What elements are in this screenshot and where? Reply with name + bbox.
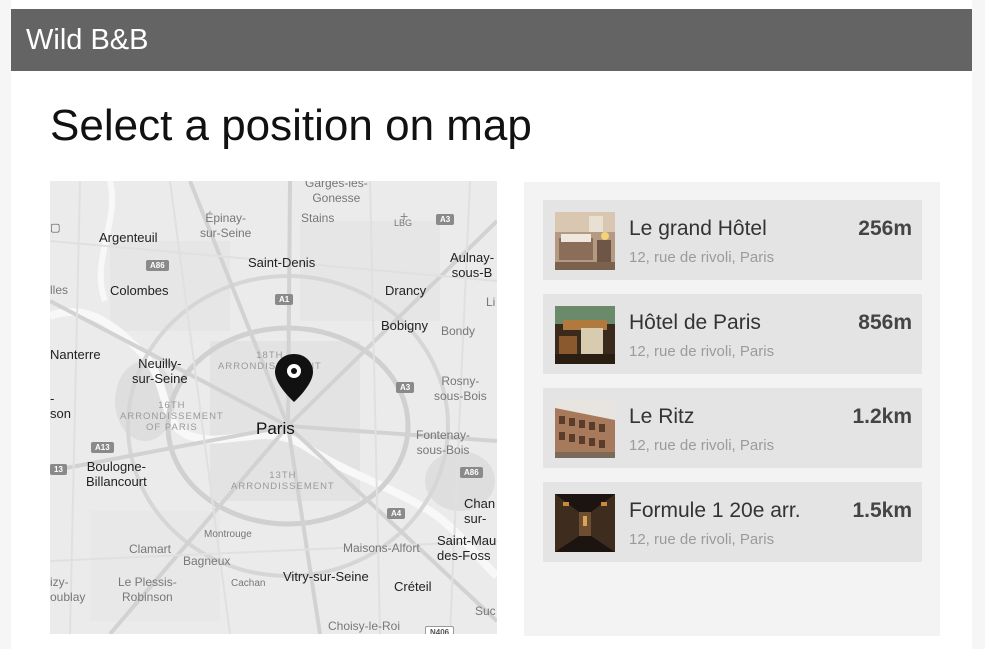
hotel-name: Le Ritz xyxy=(629,405,695,428)
hotel-photo-facade xyxy=(555,400,615,458)
hotel-photo-lounge xyxy=(555,306,615,364)
road-badge-a4: A4 xyxy=(387,508,406,519)
map-label-vitry: Vitry-sur-Seine xyxy=(283,569,369,584)
map-label-creteil: Créteil xyxy=(394,579,432,594)
map-label-neuilly: Neuilly-sur-Seine xyxy=(132,356,188,386)
map-label-arr16: 16TH ARRONDISSEMENT OF PARIS xyxy=(120,400,224,433)
location-pin-icon[interactable] xyxy=(274,353,314,403)
hotel-address: 12, rue de rivoli, Paris xyxy=(629,343,775,360)
map-label-nanterre: Nanterre xyxy=(50,347,101,362)
road-badge-13: 13 xyxy=(50,464,67,475)
hotel-card[interactable]: Le grand Hôtel 12, rue de rivoli, Paris … xyxy=(543,200,922,280)
map-label-rosny: Rosny-sous-Bois xyxy=(434,374,487,403)
map-label-li: Li xyxy=(486,295,496,309)
hotel-list: Le grand Hôtel 12, rue de rivoli, Paris … xyxy=(524,182,940,636)
map-label-paris: Paris xyxy=(256,419,295,438)
map-label-argenteuil: Argenteuil xyxy=(99,230,158,245)
hotel-card[interactable]: Hôtel de Paris 12, rue de rivoli, Paris … xyxy=(543,294,922,374)
map-label-garges: Garges-lès- Gonesse xyxy=(305,181,368,205)
map-label-izy: izy-oublay xyxy=(50,575,86,604)
map-label-colombes: Colombes xyxy=(110,283,169,298)
map-label-bobigny: Bobigny xyxy=(381,318,428,333)
map[interactable]: Garges-lès- Gonesse Épinay-sur-Seine Stai… xyxy=(50,181,497,634)
hotel-address: 12, rue de rivoli, Paris xyxy=(629,531,775,548)
hotel-photo-hallway xyxy=(555,494,615,552)
road-badge-a13: A13 xyxy=(91,442,114,453)
hotel-name: Le grand Hôtel xyxy=(629,217,767,240)
map-label-arr13: 13TH ARRONDISSEMENT xyxy=(231,470,335,492)
map-label-saint-denis: Saint-Denis xyxy=(248,255,316,270)
map-edge-icon: ▢ xyxy=(50,222,61,234)
road-badge-a3-top: A3 xyxy=(436,214,455,225)
hotel-card[interactable]: Formule 1 20e arr. 12, rue de rivoli, Pa… xyxy=(543,482,922,562)
map-label-son: - son xyxy=(50,391,71,421)
road-badge-a3-mid: A3 xyxy=(396,382,415,393)
hotel-name: Formule 1 20e arr. xyxy=(629,499,801,522)
map-label-choisy: Choisy-le-Roi xyxy=(328,619,401,633)
map-label-saint-maur: Saint-Mau des-Foss xyxy=(437,533,497,563)
map-label-lles: lles xyxy=(50,283,69,297)
hotel-distance: 856m xyxy=(858,311,912,334)
hotel-address: 12, rue de rivoli, Paris xyxy=(629,249,775,266)
airport-icon: + xyxy=(400,208,409,224)
hotel-photo-bedroom xyxy=(555,212,615,270)
map-label-aulnay: Aulnay-sous-B xyxy=(450,250,495,280)
map-label-maisons-alfort: Maisons-Alfort xyxy=(343,541,420,555)
road-badge-a86-left: A86 xyxy=(146,260,169,271)
hotel-card[interactable]: Le Ritz 12, rue de rivoli, Paris 1.2km xyxy=(543,388,922,468)
map-label-boulogne: Boulogne- Billancourt xyxy=(86,459,147,489)
map-roads xyxy=(50,181,497,634)
map-label-fontenay: Fontenay-sous-Bois xyxy=(416,428,471,457)
hotel-distance: 1.2km xyxy=(852,405,912,428)
app-title: Wild B&B xyxy=(26,24,149,56)
map-label-cachan: Cachan xyxy=(231,578,266,589)
map-label-clamart: Clamart xyxy=(129,542,172,556)
road-badge-a86-right: A86 xyxy=(460,467,483,478)
road-badge-a1: A1 xyxy=(275,294,294,305)
map-label-plessis: Le Plessis- Robinson xyxy=(118,575,177,604)
page-title: Select a position on map xyxy=(50,101,532,150)
map-label-montrouge: Montrouge xyxy=(204,529,252,540)
map-label-epinay: Épinay-sur-Seine xyxy=(200,211,252,240)
hotel-distance: 1.5km xyxy=(852,499,912,522)
app-bar: Wild B&B xyxy=(11,9,972,71)
map-label-bondy: Bondy xyxy=(441,324,476,338)
map-label-stains: Stains xyxy=(301,211,335,225)
road-badge-n406: N406 xyxy=(425,626,455,634)
hotel-distance: 256m xyxy=(858,217,912,240)
map-label-bagneux: Bagneux xyxy=(183,554,231,568)
map-label-drancy: Drancy xyxy=(385,283,427,298)
hotel-name: Hôtel de Paris xyxy=(629,311,761,334)
hotel-address: 12, rue de rivoli, Paris xyxy=(629,437,775,454)
map-label-chan: Chan sur- xyxy=(464,496,496,526)
map-label-suc: Suc xyxy=(475,604,496,618)
